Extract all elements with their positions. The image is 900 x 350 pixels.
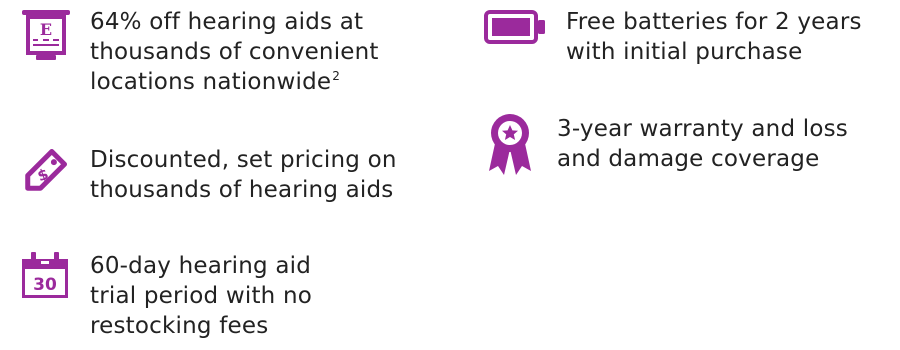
benefit-line: 3-year warranty and loss [557, 116, 848, 142]
benefit-line: Discounted, set pricing on [90, 147, 397, 173]
svg-text:$: $ [35, 165, 51, 185]
battery-icon [484, 10, 546, 44]
svg-text:30: 30 [33, 275, 57, 295]
benefit-text: Free batteries for 2 years with initial … [566, 7, 862, 67]
benefit-text: 3-year warranty and loss and damage cove… [557, 114, 848, 174]
benefit-line: Free batteries for 2 years [566, 9, 862, 35]
benefit-line: thousands of convenient [90, 39, 379, 65]
benefit-line: with initial purchase [566, 39, 803, 65]
eye-chart-icon: E [22, 10, 70, 60]
benefit-text: 64% off hearing aids at thousands of con… [90, 7, 379, 97]
benefit-line: trial period with no [90, 283, 312, 309]
benefit-line: and damage coverage [557, 146, 820, 172]
benefit-line: thousands of hearing aids [90, 177, 394, 203]
award-ribbon-icon [486, 113, 534, 175]
benefit-line-with-footnote: locations nationwide2 [90, 67, 379, 97]
benefit-text: Discounted, set pricing on thousands of … [90, 145, 397, 205]
svg-text:E: E [40, 20, 52, 39]
calendar-icon: 30 [22, 252, 68, 298]
benefit-line: 60-day hearing aid [90, 253, 312, 279]
benefit-line: 64% off hearing aids at [90, 9, 364, 35]
benefit-text: 60-day hearing aid trial period with no … [90, 251, 312, 341]
benefit-line: locations nationwide [90, 69, 332, 95]
price-tag-icon: $ [18, 146, 70, 198]
benefit-line: restocking fees [90, 313, 269, 339]
footnote-marker: 2 [332, 69, 341, 83]
